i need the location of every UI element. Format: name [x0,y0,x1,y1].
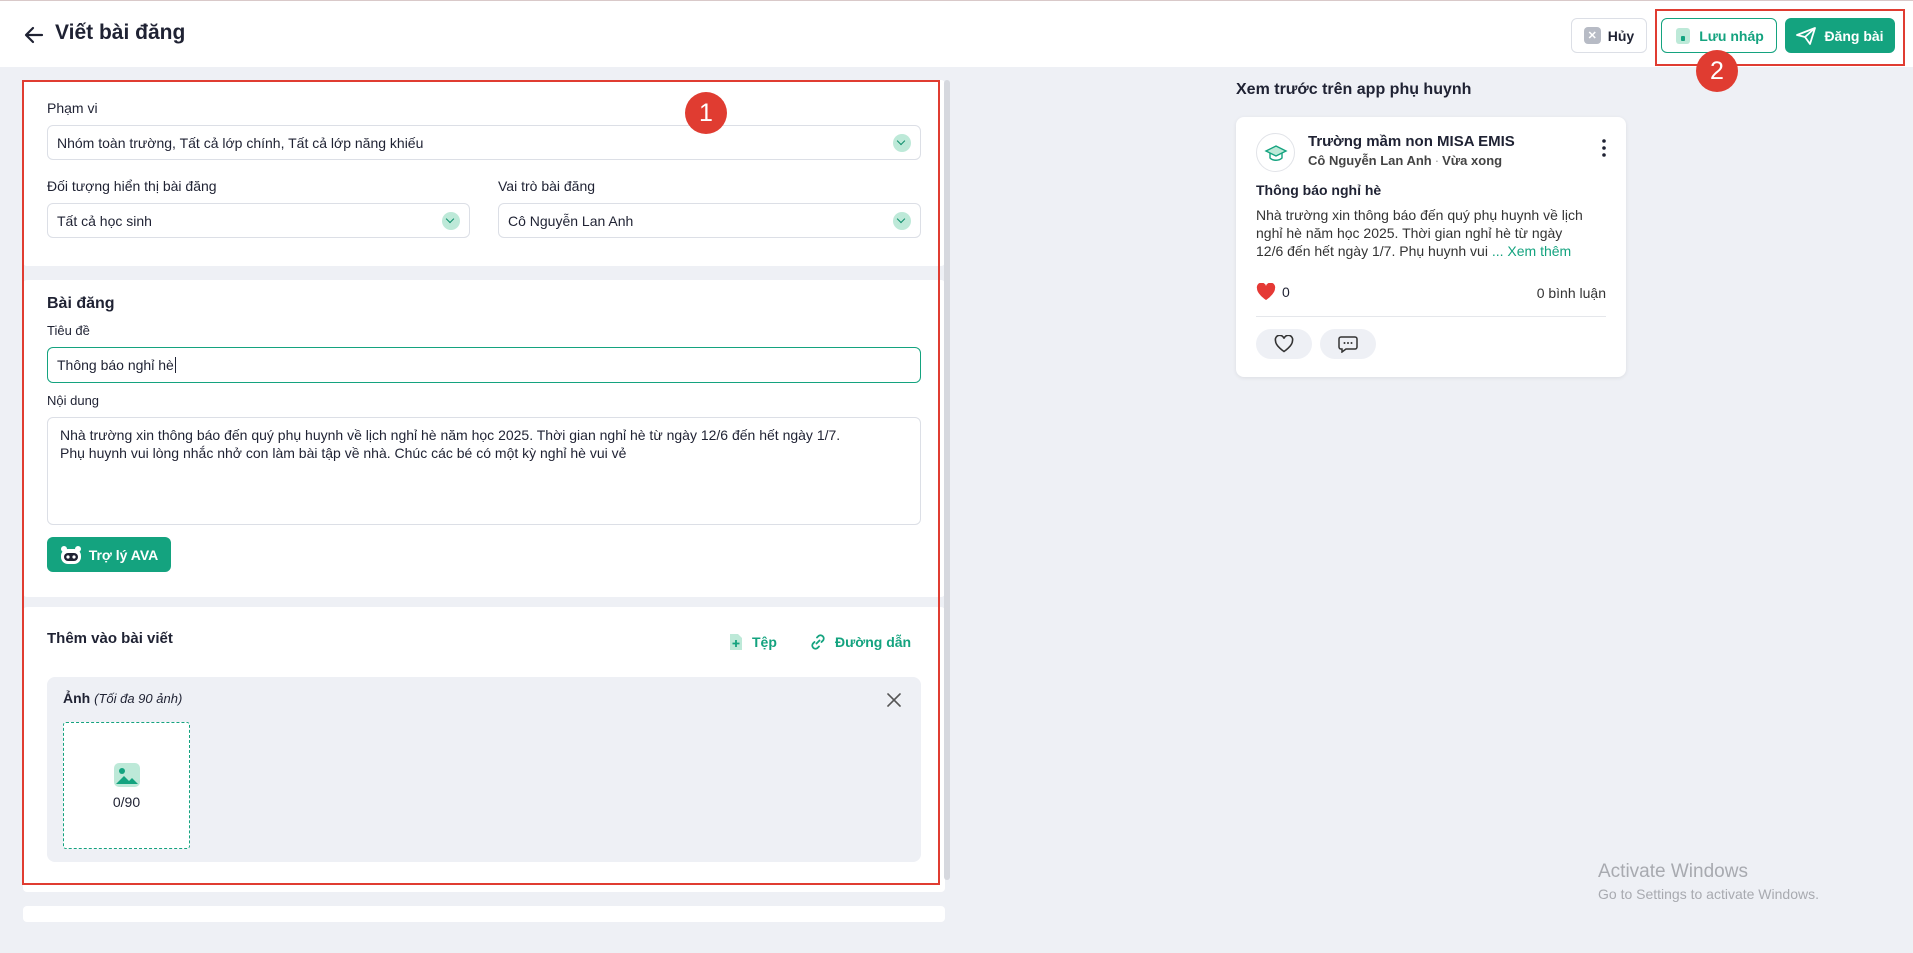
likes-value: 0 [1282,284,1290,300]
close-icon: ✕ [1583,27,1601,44]
preview-body-line-3: 12/6 đến hết ngày 1/7. Phụ huynh vui [1256,243,1488,259]
preview-body-line-2: nghỉ hè năm học 2025. Thời gian nghỉ hè … [1256,225,1563,241]
arrow-left-icon[interactable] [22,23,46,47]
comment-icon [1338,336,1358,353]
preview-meta: Cô Nguyễn Lan Anh · Vừa xong [1308,153,1503,168]
next-card [23,906,945,922]
preview-heading: Xem trước trên app phụ huynh [1236,81,1472,98]
page-title: Viết bài đăng [55,21,186,44]
heart-icon [1274,335,1294,353]
windows-watermark-subtitle: Go to Settings to activate Windows. [1598,886,1819,902]
preview-post-body: Nhà trường xin thông báo đến quý phụ huy… [1256,206,1611,260]
cancel-button[interactable]: ✕ Hủy [1571,18,1647,53]
school-logo-icon [1256,133,1295,172]
preview-post-title: Thông báo nghỉ hè [1256,182,1382,198]
preview-body-line-1: Nhà trường xin thông báo đến quý phụ huy… [1256,207,1583,223]
preview-card: Trường mầm non MISA EMIS Cô Nguyễn Lan A… [1236,117,1626,377]
comment-button[interactable] [1320,329,1376,359]
divider [1256,316,1606,317]
annotation-marker-2: 2 [1696,50,1738,92]
windows-watermark-title: Activate Windows [1598,861,1748,882]
preview-school-name: Trường mầm non MISA EMIS [1308,133,1515,150]
cancel-label: Hủy [1607,27,1635,44]
heart-icon [1256,283,1276,300]
preview-author: Cô Nguyễn Lan Anh [1308,153,1432,168]
top-bar: Viết bài đăng ✕ Hủy Lưu nháp Đăng bài [0,0,1913,67]
kebab-icon[interactable] [1602,139,1606,157]
comments-count: 0 bình luận [1536,285,1606,301]
preview-time: Vừa xong [1442,153,1503,168]
annotation-box-2 [1655,9,1905,66]
see-more-link[interactable]: ... Xem thêm [1492,243,1571,259]
like-button[interactable] [1256,329,1312,359]
annotation-box-1 [22,80,940,885]
likes-count: 0 [1256,283,1290,301]
scrollbar[interactable] [944,80,950,880]
